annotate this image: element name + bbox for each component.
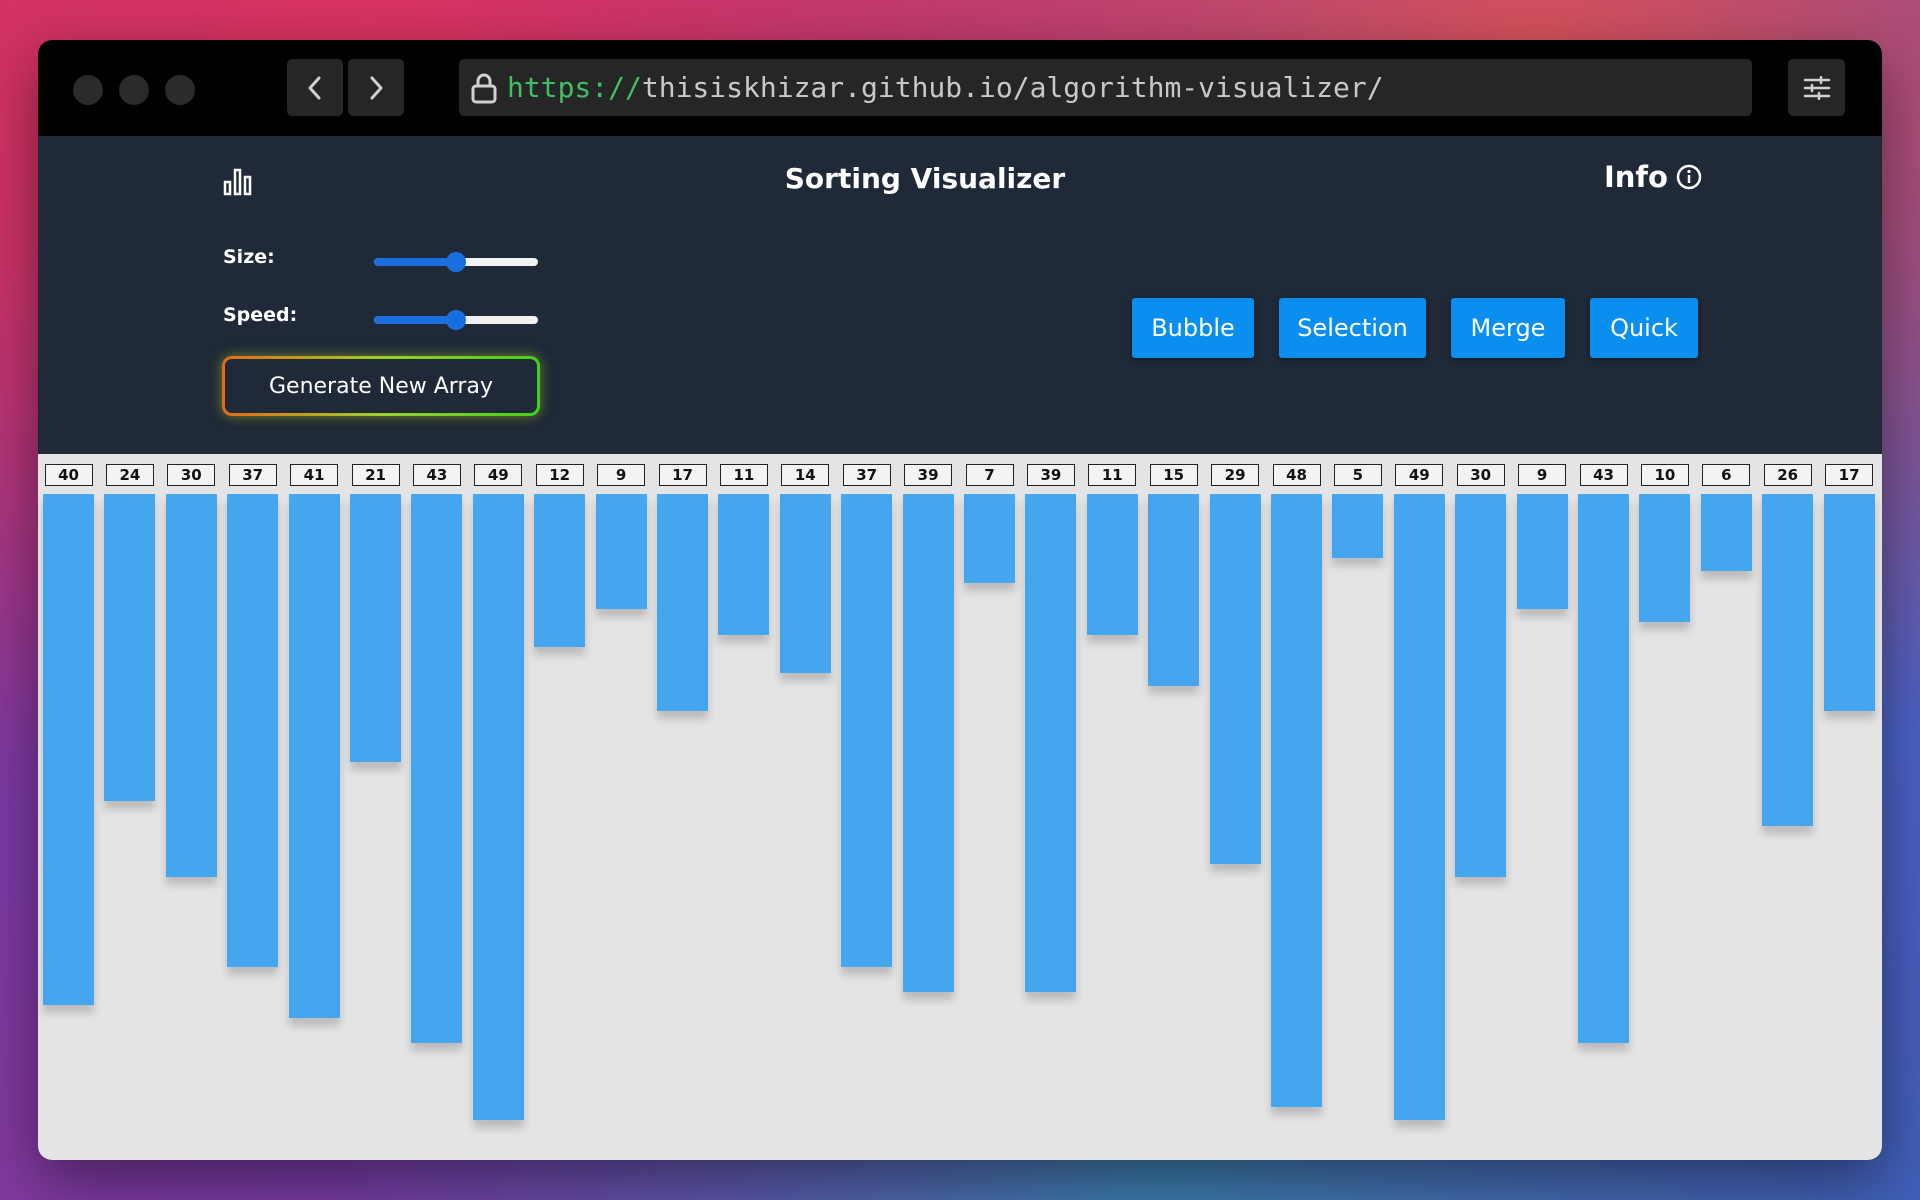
chevron-right-icon [370, 76, 383, 99]
sliders-icon [1803, 75, 1830, 100]
bar-value-label: 41 [290, 464, 339, 486]
array-bar [1455, 494, 1507, 878]
array-bar [718, 494, 770, 635]
bar-value-label: 5 [1333, 464, 1382, 486]
bar-value-label: 11 [1088, 464, 1137, 486]
generate-array-button[interactable]: Generate New Array [222, 356, 540, 416]
array-bar [472, 494, 524, 1120]
window-minimize-dot[interactable] [119, 75, 149, 105]
array-bar [1148, 494, 1200, 686]
algo-button-bubble[interactable]: Bubble [1132, 298, 1254, 358]
info-label: Info [1604, 160, 1668, 194]
array-bar [288, 494, 340, 1018]
array-bar [657, 494, 708, 712]
algo-button-quick[interactable]: Quick [1590, 298, 1698, 358]
array-bar [1086, 494, 1138, 635]
array-bar [779, 494, 831, 673]
bar-value-label: 21 [351, 464, 400, 486]
array-bar [227, 494, 279, 967]
url-text: https://thisiskhizar.github.io/algorithm… [507, 71, 1384, 104]
bar-value-label: 30 [1456, 464, 1505, 486]
back-button[interactable] [287, 59, 343, 116]
bar-value-label: 9 [1518, 464, 1567, 486]
array-bar [1700, 494, 1752, 571]
bar-value-label: 37 [842, 464, 891, 486]
array-bar [964, 494, 1015, 584]
bar-value-label: 12 [535, 464, 584, 486]
info-circle-icon [1676, 164, 1702, 190]
bar-value-label: 39 [904, 464, 953, 486]
bar-value-label: 9 [597, 464, 646, 486]
bar-value-label: 43 [1579, 464, 1628, 486]
size-slider[interactable] [374, 252, 538, 272]
speed-slider-thumb[interactable] [446, 310, 466, 330]
bar-value-label: 48 [1272, 464, 1321, 486]
bar-value-label: 49 [474, 464, 523, 486]
address-bar[interactable]: https://thisiskhizar.github.io/algorithm… [459, 59, 1752, 116]
array-bar [1639, 494, 1691, 622]
array-bar [43, 494, 94, 1006]
size-label: Size: [223, 246, 275, 268]
window-maximize-dot[interactable] [165, 75, 195, 105]
array-bar [841, 494, 893, 967]
array-bar [1516, 494, 1568, 609]
bar-value-label: 6 [1702, 464, 1751, 486]
array-bar [1762, 494, 1814, 827]
url-protocol: https:// [507, 71, 642, 104]
algo-button-merge[interactable]: Merge [1451, 298, 1565, 358]
bar-value-label: 43 [412, 464, 461, 486]
array-bar [1823, 494, 1875, 712]
browser-toolbar: https://thisiskhizar.github.io/algorithm… [38, 40, 1882, 136]
bar-value-label: 10 [1640, 464, 1689, 486]
settings-button[interactable] [1788, 59, 1845, 116]
bar-value-label: 17 [658, 464, 707, 486]
array-visualization: 40 24 30 37 41 21 43 49 12 9 17 11 14 37 39 7 39 11 15 29 48… [38, 454, 1882, 1160]
array-bar [595, 494, 647, 609]
array-bar [1271, 494, 1322, 1108]
bar-value-label: 26 [1763, 464, 1812, 486]
app-header: Sorting Visualizer Info Size: Speed: Gen… [38, 136, 1882, 454]
array-bar [104, 494, 156, 801]
chevron-left-icon [308, 76, 321, 99]
browser-window: https://thisiskhizar.github.io/algorithm… [38, 40, 1882, 1160]
array-bar [165, 494, 217, 878]
array-bar [411, 494, 463, 1044]
array-bar [902, 494, 954, 993]
size-slider-fill [374, 258, 456, 266]
bar-value-label: 40 [44, 464, 93, 486]
array-bar [1393, 494, 1445, 1120]
bar-value-label: 37 [228, 464, 277, 486]
bar-value-label: 49 [1395, 464, 1444, 486]
speed-slider[interactable] [374, 310, 538, 330]
bar-value-label: 17 [1825, 464, 1874, 486]
array-bar [1209, 494, 1261, 865]
algo-button-selection[interactable]: Selection [1279, 298, 1426, 358]
array-bar [350, 494, 401, 763]
bar-value-label: 30 [167, 464, 216, 486]
page-title: Sorting Visualizer [784, 162, 1066, 195]
bar-value-label: 24 [105, 464, 154, 486]
speed-label: Speed: [223, 304, 298, 326]
array-bar [1578, 494, 1629, 1044]
speed-slider-fill [374, 316, 456, 324]
window-close-dot[interactable] [73, 75, 103, 105]
bar-value-label: 11 [719, 464, 768, 486]
bar-value-label: 15 [1149, 464, 1198, 486]
url-path: thisiskhizar.github.io/algorithm-visuali… [641, 71, 1384, 104]
array-bar [534, 494, 586, 648]
array-bar [1025, 494, 1077, 993]
bar-value-label: 7 [965, 464, 1014, 486]
lock-icon [471, 73, 497, 103]
bar-value-label: 14 [781, 464, 830, 486]
bar-value-label: 39 [1026, 464, 1075, 486]
info-button[interactable]: Info [1604, 160, 1702, 194]
size-slider-thumb[interactable] [446, 252, 466, 272]
bar-value-label: 29 [1211, 464, 1260, 486]
array-bar [1332, 494, 1384, 558]
forward-button[interactable] [348, 59, 404, 116]
